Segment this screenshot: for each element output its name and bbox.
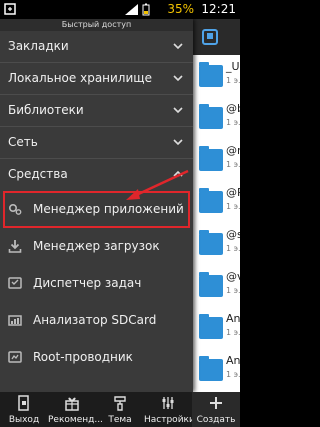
drawer-header: Быстрый доступ [0, 19, 193, 31]
file-meta: 1 э... [226, 76, 240, 85]
file-name: An [226, 354, 240, 367]
file-row[interactable]: An 1 э... [193, 349, 240, 391]
annotation-arrow [126, 169, 189, 200]
folder-icon [199, 104, 223, 129]
file-name: _U [226, 60, 240, 73]
theme-icon [114, 396, 126, 411]
task-manager-icon [8, 277, 22, 289]
file-row[interactable]: @P 1 э... [193, 181, 240, 223]
file-name: @s [226, 228, 240, 241]
bottom-item-label: Создать [196, 415, 236, 425]
folder-icon [199, 314, 223, 339]
folder-icon [199, 62, 223, 87]
signal-icon [125, 4, 138, 15]
section-label: Средства [8, 167, 68, 181]
bottom-item-label: Настройки [144, 415, 195, 425]
file-name: @v [226, 270, 240, 283]
gear-icon [8, 203, 22, 215]
section-local-storage[interactable]: Локальное хранилище [0, 63, 193, 95]
folder-icon [199, 272, 223, 297]
download-icon [8, 240, 22, 253]
file-name: An [226, 312, 240, 325]
file-row[interactable]: _U 1 э... [193, 55, 240, 97]
tool-task-manager[interactable]: Диспетчер задач [0, 265, 193, 302]
file-name: @b [226, 102, 240, 115]
sdcard-icon [8, 315, 22, 326]
chevron-down-icon [173, 107, 183, 114]
chevron-down-icon [173, 139, 183, 146]
tool-sdcard-analyzer[interactable]: Анализатор SDCard [0, 302, 193, 339]
tool-download-manager[interactable]: Менеджер загрузок [0, 228, 193, 265]
file-meta: 1 э... [226, 328, 240, 337]
root-icon [8, 351, 22, 363]
tool-root-explorer[interactable]: Root-проводник [0, 339, 193, 376]
file-name: @P [226, 186, 240, 199]
section-label: Библиотеки [8, 103, 84, 117]
settings-button[interactable]: Настройки [144, 392, 195, 427]
file-meta: 1 э... [226, 160, 240, 169]
battery-icon [142, 3, 150, 16]
file-row[interactable]: @n 1 э... [193, 139, 240, 181]
file-pane-toolbar [193, 19, 240, 55]
chevron-down-icon [173, 75, 183, 82]
tool-label: Анализатор SDCard [33, 313, 157, 327]
clock: 12:21 [201, 2, 236, 16]
theme-button[interactable]: Тема [96, 392, 144, 427]
section-label: Закладки [8, 39, 69, 53]
section-bookmarks[interactable]: Закладки [0, 31, 193, 63]
recommend-icon [65, 397, 79, 411]
section-label: Локальное хранилище [8, 71, 152, 85]
bottom-item-label: Выход [8, 415, 40, 425]
status-bar: 35% 12:21 [0, 0, 240, 19]
section-network[interactable]: Сеть [0, 127, 193, 159]
navigation-drawer: Быстрый доступ Закладки Локальное хранил… [0, 19, 193, 392]
section-libraries[interactable]: Библиотеки [0, 95, 193, 127]
tool-label: Root-проводник [33, 350, 133, 364]
file-meta: 1 э... [226, 244, 240, 253]
exit-button[interactable]: Выход [0, 392, 48, 427]
file-row[interactable]: An 1 э... [193, 307, 240, 349]
file-meta: 1 э... [226, 370, 240, 379]
section-label: Сеть [8, 135, 38, 149]
recommend-button[interactable]: Рекоменд... [48, 392, 103, 427]
file-row[interactable]: @s 1 э... [193, 223, 240, 265]
bottom-item-label: Рекоменд... [48, 415, 103, 425]
folder-icon [199, 188, 223, 213]
device-icon[interactable] [201, 29, 219, 45]
file-list-pane: _U 1 э... @b 1 э... @n 1 э... @P 1 э... … [193, 19, 240, 392]
folder-icon [199, 230, 223, 255]
usb-icon [4, 3, 16, 15]
bottom-item-label: Тема [108, 415, 132, 425]
create-button[interactable]: Создать [192, 392, 240, 427]
bottom-action-bar: Выход Рекоменд... Тема Настройки Создать [0, 392, 240, 427]
folder-icon [199, 146, 223, 171]
file-meta: 1 э... [226, 202, 240, 211]
battery-percent: 35% [167, 2, 194, 16]
chevron-down-icon [173, 43, 183, 50]
file-meta: 1 э... [226, 118, 240, 127]
file-row[interactable]: @v 1 э... [193, 265, 240, 307]
file-meta: 1 э... [226, 286, 240, 295]
tool-label: Диспетчер задач [33, 276, 142, 290]
file-row[interactable]: @b 1 э... [193, 97, 240, 139]
create-icon [210, 397, 222, 409]
folder-icon [199, 356, 223, 381]
settings-icon [162, 397, 174, 409]
tool-label: Менеджер загрузок [33, 239, 160, 253]
file-name: @n [226, 144, 240, 157]
exit-icon [18, 395, 29, 411]
